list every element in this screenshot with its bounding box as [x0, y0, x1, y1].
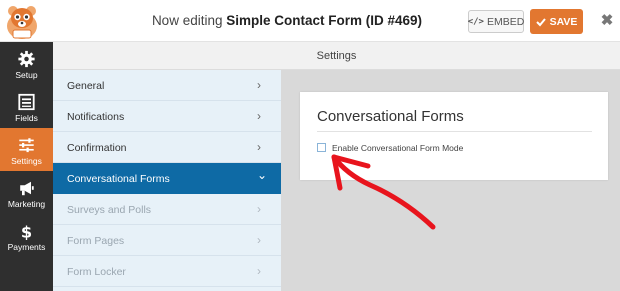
nav-label-payments: Payments — [7, 242, 46, 252]
nav-item-fields[interactable]: Fields — [0, 85, 53, 128]
divider — [317, 131, 592, 132]
embed-label: EMBED — [486, 15, 525, 28]
nav-label-setup: Setup — [15, 70, 38, 80]
panel-item-conversational-forms[interactable]: Conversational Forms ⌄ — [53, 163, 281, 194]
chevron-right-icon: › — [257, 78, 261, 92]
chevron-right-icon: › — [257, 109, 261, 123]
dollar-icon: $ — [21, 222, 32, 240]
card-title: Conversational Forms — [317, 108, 464, 125]
chevron-right-icon: › — [257, 202, 261, 216]
panel-label: Confirmation — [67, 142, 127, 154]
nav-label-marketing: Marketing — [7, 199, 46, 209]
save-button[interactable]: SAVE — [530, 9, 583, 34]
settings-header: Settings — [53, 42, 620, 70]
form-name: Simple Contact Form (ID #469) — [226, 13, 423, 28]
gear-icon — [18, 50, 35, 68]
nav-item-payments[interactable]: $ Payments — [0, 214, 53, 257]
panel-item-form-locker[interactable]: Form Locker › — [53, 256, 281, 287]
sliders-icon — [19, 138, 34, 153]
nav-label-fields: Fields — [15, 113, 38, 123]
code-icon: </> — [467, 16, 484, 27]
checkbox-label[interactable]: Enable Conversational Form Mode — [332, 143, 463, 153]
enable-conversational-mode-checkbox[interactable] — [317, 143, 326, 152]
close-icon[interactable]: ✖ — [600, 13, 614, 28]
panel-item-notifications[interactable]: Notifications › — [53, 101, 281, 132]
nav-item-setup[interactable]: Setup — [0, 42, 53, 85]
panel-label: General — [67, 80, 105, 92]
panel-label: Conversational Forms — [67, 173, 170, 185]
panel-item-form-pages[interactable]: Form Pages › — [53, 225, 281, 256]
chevron-right-icon: › — [257, 140, 261, 154]
embed-button[interactable]: </> EMBED — [468, 10, 524, 33]
panel-item-general[interactable]: General › — [53, 70, 281, 101]
save-label: SAVE — [549, 15, 578, 28]
panel-label: Surveys and Polls — [67, 204, 152, 216]
nav-item-settings[interactable]: Settings — [0, 128, 53, 171]
left-nav: Setup Fields Settings Marketing $ Paymen… — [0, 42, 53, 291]
svg-text:$: $ — [21, 222, 32, 240]
title-prefix: Now editing — [151, 13, 223, 28]
nav-label-settings: Settings — [11, 156, 42, 166]
chevron-down-icon: ⌄ — [257, 168, 268, 182]
panel-item-surveys-and-polls[interactable]: Surveys and Polls › — [53, 194, 281, 225]
panel-label: Form Locker — [67, 266, 126, 278]
nav-item-marketing[interactable]: Marketing — [0, 171, 53, 214]
conversational-forms-card: Conversational Forms Enable Conversation… — [300, 92, 608, 180]
chevron-right-icon: › — [257, 264, 261, 278]
fields-icon — [18, 93, 35, 111]
checkmark-icon — [535, 17, 546, 26]
settings-panel-list: General › Notifications › Confirmation ›… — [53, 70, 281, 291]
settings-content: Conversational Forms Enable Conversation… — [281, 70, 620, 291]
panel-label: Notifications — [67, 111, 125, 123]
panel-item-confirmation[interactable]: Confirmation › — [53, 132, 281, 163]
panel-label: Form Pages — [67, 235, 125, 247]
megaphone-icon — [20, 181, 34, 196]
top-bar: Now editing Simple Contact Form (ID #469… — [0, 0, 620, 42]
chevron-right-icon: › — [257, 233, 261, 247]
